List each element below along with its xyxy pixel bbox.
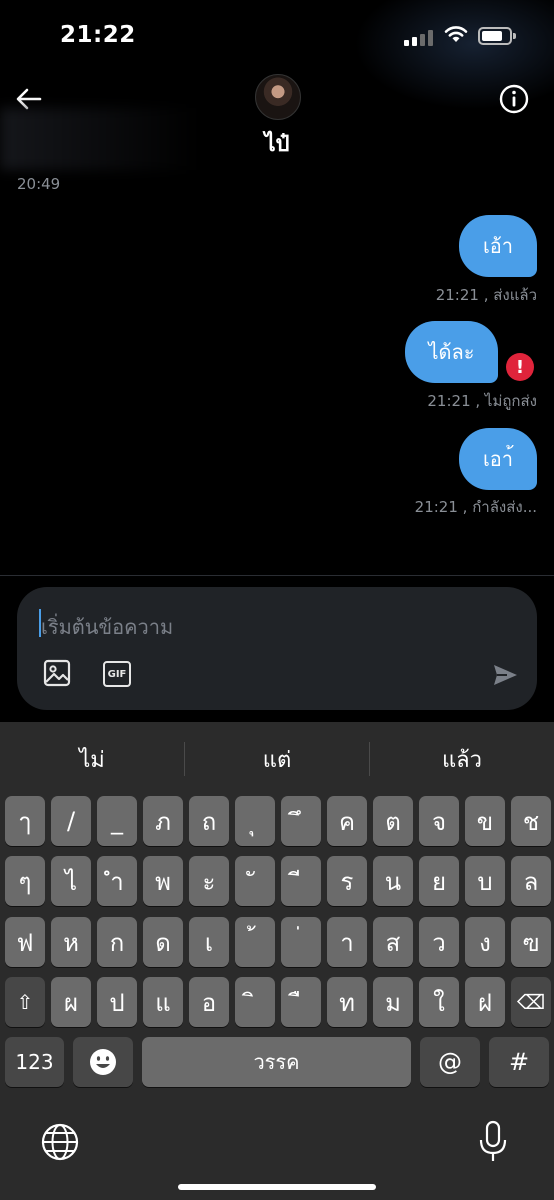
message-status: 21:21 , ไม่ถูกส่ง [427, 392, 537, 410]
keyboard: ไม่ แต่ แล้ว ๅ / _ ภ ถ ุ ึ ค ต จ ข ช ๆ ไ… [0, 722, 554, 1200]
status-time: 21:22 [60, 22, 136, 48]
previous-message-time: 20:49 [17, 175, 61, 193]
key[interactable]: ่ [281, 917, 321, 967]
globe-icon[interactable] [40, 1122, 80, 1162]
key[interactable]: บ [465, 856, 505, 906]
key[interactable]: ว [419, 917, 459, 967]
key[interactable]: แ [143, 977, 183, 1027]
key[interactable]: ใ [419, 977, 459, 1027]
info-icon[interactable] [497, 82, 531, 116]
message-status: 21:21 , กำลังส่ง... [414, 498, 537, 516]
emoji-icon [90, 1049, 116, 1075]
home-indicator [178, 1184, 376, 1190]
key[interactable]: ด [143, 917, 183, 967]
key[interactable]: ท [327, 977, 367, 1027]
numbers-key[interactable]: 123 [5, 1037, 64, 1087]
key[interactable]: ้ [235, 917, 275, 967]
key[interactable]: จ [419, 796, 459, 846]
previous-message-blur [0, 108, 200, 170]
key[interactable]: ห [51, 917, 91, 967]
key[interactable]: ต [373, 796, 413, 846]
key[interactable]: ล [511, 856, 551, 906]
suggestion-bar: ไม่ แต่ แล้ว [0, 722, 554, 792]
message-status: 21:21 , ส่งแล้ว [435, 286, 537, 304]
microphone-icon[interactable] [478, 1120, 508, 1164]
key[interactable]: ำ [97, 856, 137, 906]
suggestion[interactable]: แล้ว [370, 742, 554, 777]
battery-icon [478, 27, 516, 45]
key[interactable]: ผ [51, 977, 91, 1027]
key[interactable]: เ [189, 917, 229, 967]
key[interactable]: ข [465, 796, 505, 846]
gif-button[interactable]: GIF [103, 661, 131, 687]
key[interactable]: ร [327, 856, 367, 906]
key[interactable]: ิ [235, 977, 275, 1027]
key[interactable]: ึ [281, 796, 321, 846]
key[interactable]: ฃ [511, 917, 551, 967]
cellular-signal-icon [404, 28, 434, 46]
send-error-icon[interactable]: ! [506, 353, 534, 381]
status-bar: 21:22 [0, 0, 554, 110]
key[interactable]: ๆ [5, 856, 45, 906]
avatar[interactable] [255, 74, 301, 120]
key[interactable]: ฟ [5, 917, 45, 967]
message-bubble[interactable]: เอา้ [459, 428, 537, 490]
image-icon[interactable] [43, 659, 71, 687]
key[interactable]: _ [97, 796, 137, 846]
space-key[interactable]: วรรค [142, 1037, 411, 1087]
battery-fill [482, 31, 502, 41]
key[interactable]: พ [143, 856, 183, 906]
key[interactable]: ไ [51, 856, 91, 906]
suggestion[interactable]: ไม่ [0, 742, 184, 777]
key[interactable]: น [373, 856, 413, 906]
hash-key[interactable]: # [489, 1037, 549, 1087]
key[interactable]: / [51, 796, 91, 846]
message-composer[interactable]: เริ่มต้นข้อความ GIF [17, 587, 537, 710]
key[interactable]: ั [235, 856, 275, 906]
key[interactable]: ส [373, 917, 413, 967]
emoji-key[interactable] [73, 1037, 133, 1087]
key[interactable]: ี [281, 856, 321, 906]
key[interactable]: ๅ [5, 796, 45, 846]
key[interactable]: ย [419, 856, 459, 906]
key[interactable]: ฝ [465, 977, 505, 1027]
shift-key[interactable]: ⇧ [5, 977, 45, 1027]
key[interactable]: ื [281, 977, 321, 1027]
key[interactable]: ป [97, 977, 137, 1027]
key[interactable]: อ [189, 977, 229, 1027]
key[interactable]: ุ [235, 796, 275, 846]
key[interactable]: ะ [189, 856, 229, 906]
message-bubble[interactable]: ได้ละ [405, 321, 498, 383]
suggestion[interactable]: แต่ [185, 742, 369, 777]
message-input[interactable]: เริ่มต้นข้อความ [41, 611, 173, 643]
composer-divider [0, 575, 554, 576]
at-key[interactable]: @ [420, 1037, 480, 1087]
key[interactable]: ม [373, 977, 413, 1027]
message-bubble[interactable]: เอ้า [459, 215, 537, 277]
key[interactable]: ง [465, 917, 505, 967]
send-icon[interactable] [491, 661, 519, 689]
key[interactable]: ช [511, 796, 551, 846]
delete-key[interactable]: ⌫ [511, 977, 551, 1027]
key[interactable]: า [327, 917, 367, 967]
key[interactable]: ภ [143, 796, 183, 846]
key[interactable]: ก [97, 917, 137, 967]
key[interactable]: ถ [189, 796, 229, 846]
key[interactable]: ค [327, 796, 367, 846]
wifi-icon [444, 26, 468, 42]
